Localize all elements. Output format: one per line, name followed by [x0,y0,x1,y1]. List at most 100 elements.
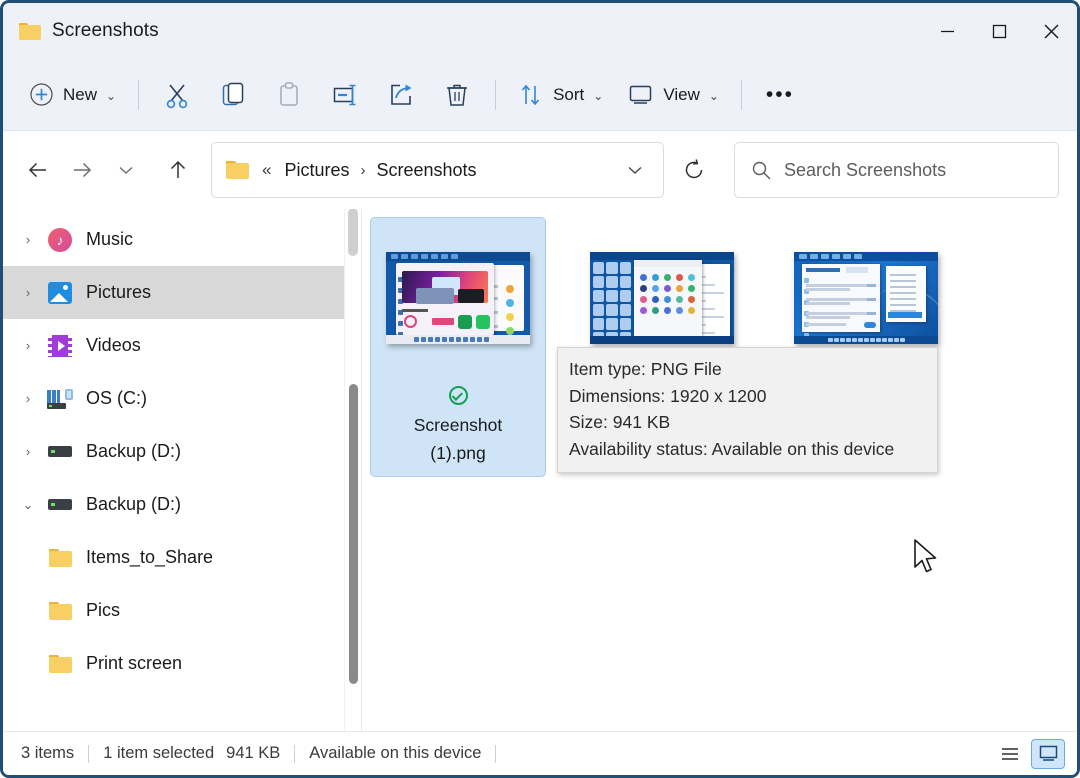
chevron-right-icon[interactable]: › [11,444,45,459]
mouse-cursor [913,539,939,582]
view-button-label: View [663,84,700,104]
folder-icon [19,22,41,40]
minimize-icon [940,30,954,32]
maximize-button[interactable] [973,3,1025,59]
status-divider-2 [294,744,296,763]
sidebar-scrollbar-thumb-secondary[interactable] [348,209,358,256]
breadcrumb-separator-icon: › [360,161,366,179]
tooltip-line-item-type: Item type: PNG File [569,359,722,379]
breadcrumb-item-pictures[interactable]: Pictures [278,156,355,185]
sidebar-item-label: Items_to_Share [86,547,214,567]
sidebar-item-label: Pictures [86,282,152,302]
up-button[interactable] [157,149,199,191]
sidebar-item-label: Backup (D:) [86,494,182,514]
cursor-arrow-icon [914,539,937,573]
arrow-right-icon [74,162,92,178]
close-button[interactable] [1025,3,1077,59]
tooltip-line-dimensions: Dimensions: 1920 x 1200 [569,385,767,406]
paste-button[interactable] [261,73,317,117]
available-offline-check-icon [448,386,468,405]
close-icon [1044,24,1058,38]
sidebar-item-pics[interactable]: Pics [3,584,361,637]
thumbnail-container [370,223,546,373]
pictures-icon [48,281,72,304]
search-input[interactable]: Search Screenshots [734,142,1059,198]
os-drive-icon [47,388,73,409]
sidebar-item-items-to-share[interactable]: Items_to_Share [3,531,361,584]
status-item-count: 3 items [21,744,75,762]
recent-locations-button[interactable] [105,149,147,191]
sidebar-item-os-c[interactable]: › OS (C:) [3,372,361,425]
chevron-down-icon [119,166,133,174]
share-button[interactable] [373,73,429,117]
sidebar-item-pictures[interactable]: › Pictures [3,266,361,319]
monitor-icon [630,85,652,104]
window-title: Screenshots [52,20,159,41]
chevron-right-icon[interactable]: › [11,285,45,300]
minimize-button[interactable] [921,3,973,59]
sidebar-scrollbar-thumb[interactable] [349,384,358,684]
rename-button[interactable] [317,73,373,117]
chevron-right-icon[interactable]: › [11,391,45,406]
file-list-pane[interactable]: Screenshot (1).pngScreenshot (2).pngScre… [362,209,1077,731]
sort-button[interactable]: Sort ⌄ [506,73,615,117]
tooltip-line-availability: Availability status: Available on this d… [569,438,895,459]
breadcrumb-overflow-icon[interactable]: « [257,160,276,180]
search-placeholder: Search Screenshots [784,159,947,180]
sidebar-item-music[interactable]: › ♪ Music [3,213,361,266]
sort-arrows-icon [521,84,540,105]
large-icons-view-icon [1039,745,1057,761]
address-bar[interactable]: « Pictures › Screenshots [211,142,664,198]
back-button[interactable] [17,149,59,191]
chevron-down-icon[interactable]: ⌄ [11,497,45,513]
details-view-button[interactable] [993,739,1027,769]
status-divider-1 [88,744,90,763]
rename-icon [333,84,356,105]
folder-icon [48,654,72,673]
delete-button[interactable] [429,73,485,117]
explorer-body: › ♪ Music › Pictures › Videos › OS (C:) › Backup (… [3,209,1077,731]
chevron-right-icon[interactable]: › [11,232,45,247]
file-name: Screenshot (1).png [413,415,503,463]
sidebar-item-backup-d[interactable]: › Backup (D:) [3,425,361,478]
window-controls [921,3,1077,59]
share-icon [391,84,412,105]
chevron-down-icon: ⌄ [708,88,719,103]
address-dropdown-button[interactable] [613,143,657,197]
toolbar-divider-2 [495,79,497,110]
paste-icon [280,81,298,106]
sidebar-item-videos[interactable]: › Videos [3,319,361,372]
chevron-right-icon[interactable]: › [11,338,45,353]
view-button[interactable]: View ⌄ [615,73,731,117]
sidebar-item-print-screen[interactable]: Print screen [3,637,361,690]
sidebar-item-label: OS (C:) [86,388,147,408]
navigation-tree: › ♪ Music › Pictures › Videos › OS (C:) › Backup (… [3,209,361,690]
copy-button[interactable] [205,73,261,117]
copy-icon [222,82,244,105]
sidebar-scrollbar[interactable] [344,209,361,731]
refresh-button[interactable] [672,148,716,192]
videos-icon [48,334,72,357]
scissors-icon [166,83,188,108]
navigation-bar: « Pictures › Screenshots Search Screensh… [3,131,1077,209]
folder-icon [226,161,249,179]
maximize-icon [992,24,1006,38]
more-options-button[interactable]: ••• [752,73,808,117]
arrow-up-icon [170,160,186,178]
chevron-down-icon: ⌄ [106,88,117,103]
file-label: Screenshot (1).png [376,381,540,467]
cut-button[interactable] [149,73,205,117]
ellipsis-icon: ••• [765,82,794,106]
sidebar-item-label: Music [86,229,134,249]
forward-button[interactable] [61,149,103,191]
sidebar-item-backup-d[interactable]: ⌄ Backup (D:) [3,478,361,531]
command-bar: New ⌄ Sort ⌄ View ⌄ ••• [3,59,1077,131]
large-icons-view-button[interactable] [1031,738,1065,769]
breadcrumb-item-screenshots[interactable]: Screenshots [371,156,483,185]
file-info-tooltip: Item type: PNG File Dimensions: 1920 x 1… [557,347,938,474]
new-button[interactable]: New ⌄ [17,73,128,117]
chevron-down-icon: ⌄ [593,88,604,103]
file-tile[interactable]: Screenshot (1).png [370,217,546,477]
status-availability: Available on this device [309,744,482,762]
status-selection-size: 941 KB [226,744,281,762]
